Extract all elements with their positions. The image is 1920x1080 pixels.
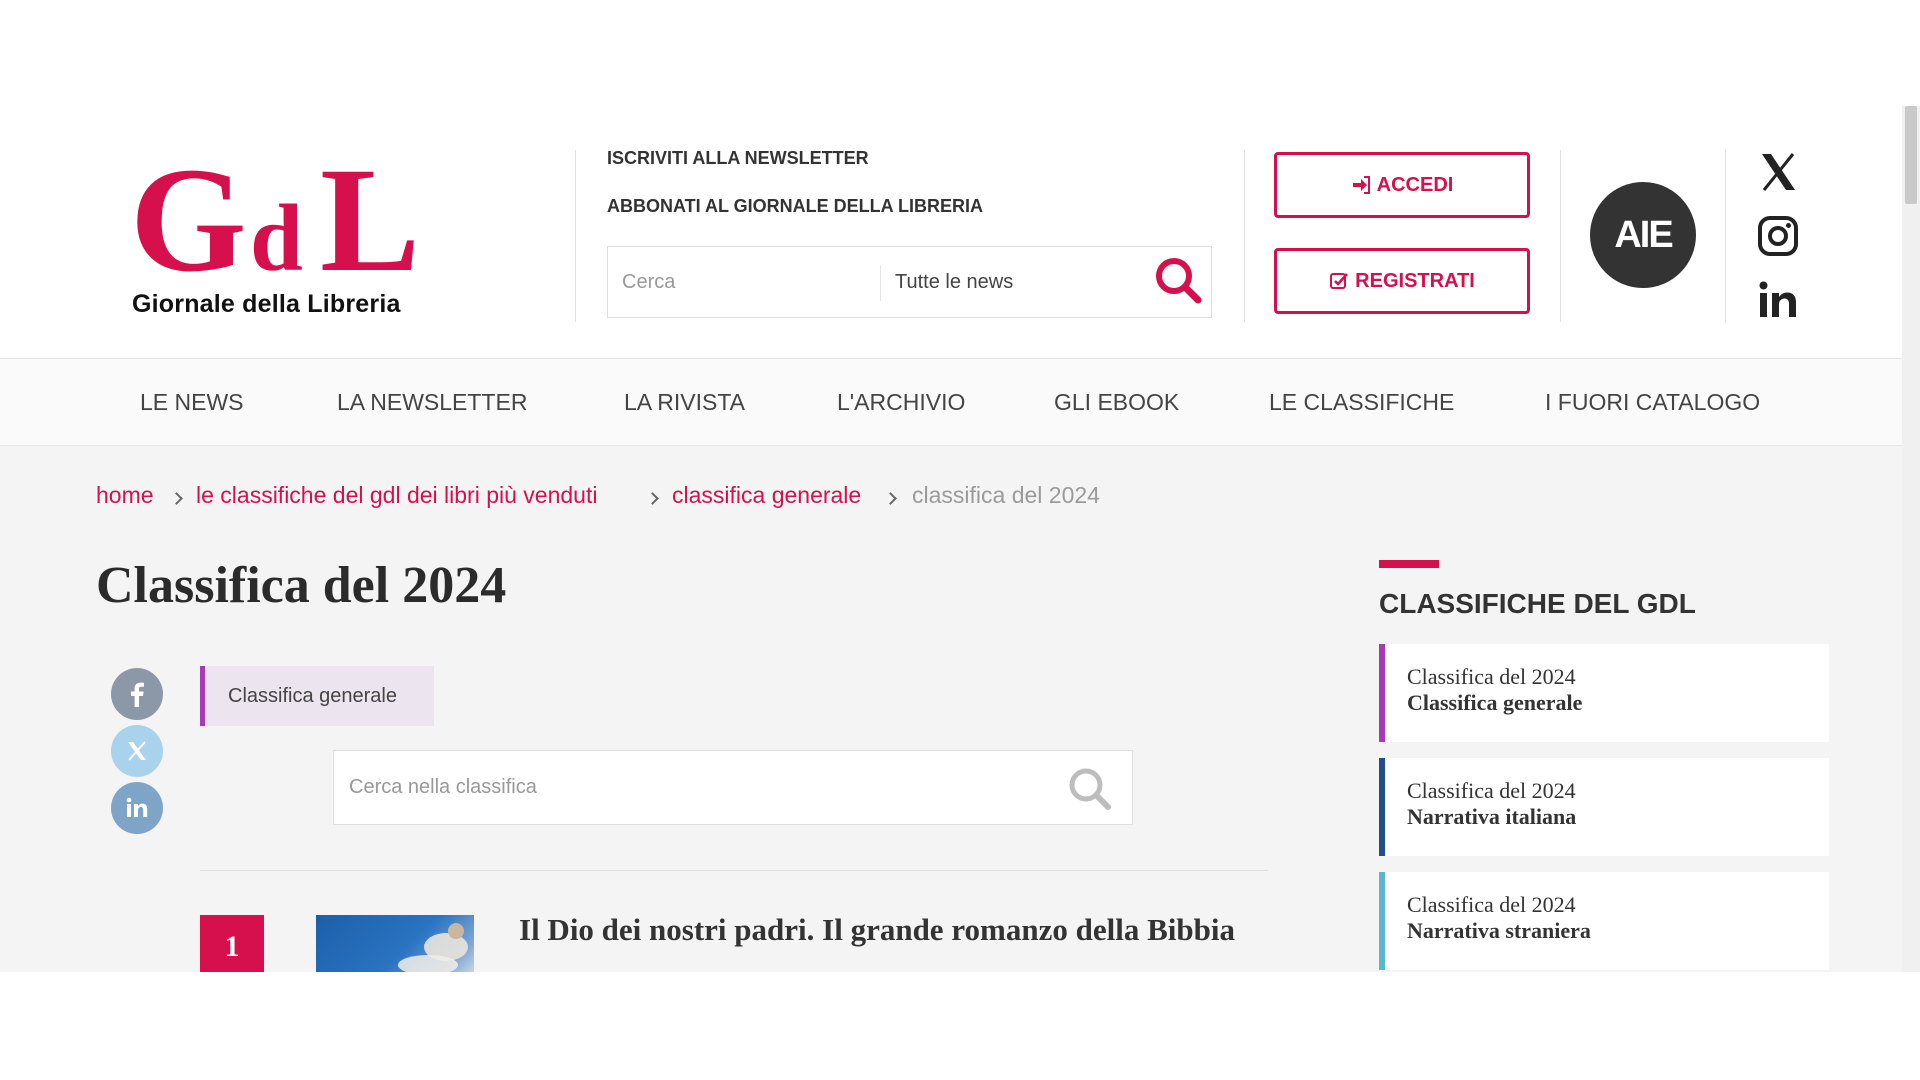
sidebar-card-name: Narrativa straniera	[1407, 918, 1591, 943]
book-cover[interactable]	[316, 915, 474, 972]
nav-item-classifiche[interactable]: LE CLASSIFICHE	[1269, 359, 1454, 445]
login-icon	[1352, 176, 1370, 194]
svg-text:G: G	[130, 138, 247, 288]
linkedin-icon	[126, 797, 148, 817]
header-divider	[1725, 150, 1726, 322]
search-icon[interactable]	[1153, 255, 1205, 307]
vertical-scrollbar[interactable]	[1902, 106, 1920, 972]
sidebar-card-year: Classifica del 2024	[1407, 892, 1576, 917]
category-tag[interactable]: Classifica generale	[200, 666, 434, 726]
sidebar-accent	[1379, 560, 1439, 568]
svg-text:d: d	[250, 185, 303, 288]
logo-subtitle: Giornale della Libreria	[132, 290, 401, 318]
divider	[200, 870, 1268, 871]
sidebar-card-narrativa-italiana[interactable]: Classifica del 2024 Narrativa italiana	[1379, 758, 1829, 856]
login-label: ACCEDI	[1376, 173, 1454, 196]
x-icon[interactable]	[1756, 150, 1800, 194]
breadcrumb-home[interactable]: home	[96, 482, 154, 509]
breadcrumb-current: classifica del 2024	[912, 482, 1100, 508]
nav-item-news[interactable]: LE NEWS	[140, 359, 244, 445]
sidebar-card-name: Classifica generale	[1407, 690, 1583, 715]
search-scope-select[interactable]: Tutte le news	[895, 247, 1399, 317]
page: G d L Giornale della Libreria ISCRIVITI …	[0, 106, 1902, 972]
sidebar-title: CLASSIFICHE DEL GDL	[1379, 588, 1696, 619]
header-search: Tutte le news	[607, 246, 1399, 318]
nav-item-newsletter[interactable]: LA NEWSLETTER	[337, 359, 527, 445]
facebook-share-icon[interactable]	[111, 668, 163, 720]
sidebar-card-name: Narrativa italiana	[1407, 804, 1577, 829]
linkedin-share-icon[interactable]	[111, 782, 163, 834]
sidebar-card-narrativa-straniera[interactable]: Classifica del 2024 Narrativa straniera	[1379, 872, 1829, 970]
sidebar-card-year: Classifica del 2024	[1407, 664, 1576, 689]
search-divider	[880, 265, 881, 301]
aie-logo-text: AIE	[1614, 213, 1673, 256]
classifica-search-input[interactable]	[334, 751, 1034, 824]
breadcrumb-separator-icon	[646, 492, 659, 505]
instagram-icon[interactable]	[1756, 214, 1800, 258]
register-label: REGISTRATI	[1355, 269, 1475, 292]
login-button[interactable]: ACCEDI	[1274, 152, 1530, 218]
breadcrumb-classifica-generale[interactable]: classifica generale	[672, 482, 861, 509]
search-scope-value: Tutte le news	[895, 271, 1014, 293]
subscribe-link[interactable]: ABBONATI AL GIORNALE DELLA LIBRERIA	[607, 196, 983, 217]
sidebar-card-year: Classifica del 2024	[1407, 778, 1576, 803]
book-cover-image	[398, 923, 468, 972]
scrollbar-thumb[interactable]	[1905, 106, 1917, 204]
book-title[interactable]: Il Dio dei nostri padri. Il grande roman…	[519, 912, 1239, 948]
nav-item-archivio[interactable]: L'ARCHIVIO	[837, 359, 965, 445]
search-input[interactable]	[608, 247, 878, 317]
main-nav: LE NEWS LA NEWSLETTER LA RIVISTA L'ARCHI…	[0, 359, 1902, 446]
header-divider	[1244, 150, 1245, 322]
breadcrumb-separator-icon	[884, 492, 897, 505]
sidebar-card-generale[interactable]: Classifica del 2024 Classifica generale	[1379, 644, 1829, 742]
nav-item-rivista[interactable]: LA RIVISTA	[624, 359, 745, 445]
header-divider	[575, 150, 576, 322]
svg-text:L: L	[320, 138, 420, 288]
x-icon	[128, 741, 146, 761]
breadcrumb-classifiche[interactable]: le classifiche del gdl dei libri più ven…	[196, 482, 597, 509]
twitter-share-icon[interactable]	[111, 725, 163, 777]
aie-logo[interactable]: AIE	[1590, 182, 1696, 288]
page-title: Classifica del 2024	[96, 557, 507, 614]
site-header: G d L Giornale della Libreria ISCRIVITI …	[0, 106, 1902, 359]
register-button[interactable]: REGISTRATI	[1274, 248, 1530, 314]
breadcrumb-separator-icon	[170, 492, 183, 505]
nav-item-ebook[interactable]: GLI EBOOK	[1054, 359, 1179, 445]
nav-item-fuori-catalogo[interactable]: I FUORI CATALOGO	[1545, 359, 1760, 445]
gdl-logo-mark: G d L	[130, 138, 420, 288]
gdl-logo[interactable]: G d L Giornale della Libreria	[130, 138, 440, 328]
facebook-icon	[131, 682, 144, 707]
header-divider	[1560, 150, 1561, 322]
newsletter-link[interactable]: ISCRIVITI ALLA NEWSLETTER	[607, 148, 869, 169]
rank-badge: 1	[200, 915, 264, 972]
checkbox-icon	[1330, 273, 1349, 289]
linkedin-icon[interactable]	[1756, 278, 1800, 322]
classifica-search	[333, 750, 1133, 825]
search-icon[interactable]	[1066, 765, 1114, 813]
